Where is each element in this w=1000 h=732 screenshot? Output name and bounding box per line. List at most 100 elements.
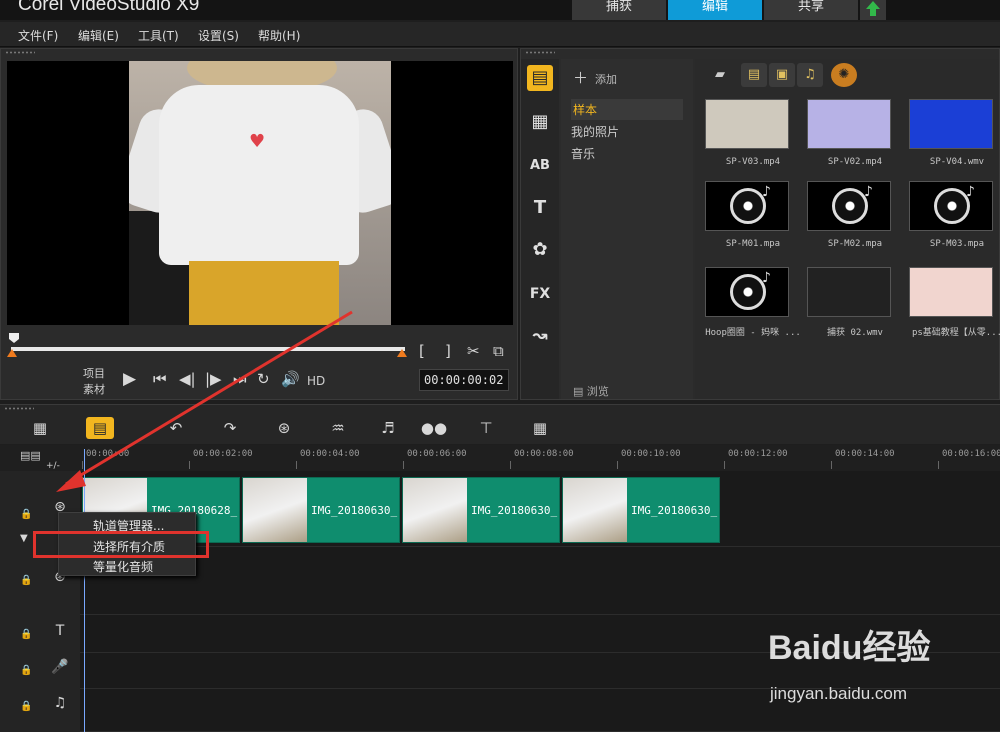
library-thumbnails: ▰ ▤ ▣ ♫ ✺ SP-V03.mp4 SP-V02.mp4 SP-V04.wmv… xyxy=(695,59,1000,399)
folder-icon[interactable]: ▰ xyxy=(707,63,733,87)
panel-grip[interactable] xyxy=(525,51,555,54)
menu-edit[interactable]: 编辑(E) xyxy=(78,27,119,44)
library-thumbnail[interactable]: SP-V02.mp4 xyxy=(807,99,897,181)
timeline-clip[interactable]: IMG_20180630_ xyxy=(562,477,720,543)
thumbnail-image xyxy=(807,99,891,149)
instant-project-icon[interactable]: ▦ xyxy=(527,109,553,135)
timeline-clip[interactable]: IMG_20180630_ xyxy=(402,477,560,543)
add-folder-button[interactable]: ＋ 添加 xyxy=(573,67,617,88)
storyboard-view-icon[interactable]: ▦ xyxy=(26,417,54,439)
library-thumbnail[interactable]: ps基础教程【从零... xyxy=(909,267,1000,349)
expand-chevron-icon[interactable]: ▼ xyxy=(20,531,28,547)
title-ab-icon[interactable]: AB xyxy=(527,153,553,179)
volume-icon[interactable]: 🔊 xyxy=(281,371,300,387)
menu-file[interactable]: 文件(F) xyxy=(18,27,58,44)
folder-samples[interactable]: 样本 xyxy=(571,99,683,120)
tab-edit[interactable]: 编辑 xyxy=(668,0,762,20)
timeline-ruler[interactable]: ▤▤ +/- 00:00:00 00:00:02:00 00:00:04:00 00:… xyxy=(0,445,1000,471)
library-thumbnail[interactable]: ♪ Hoop圈圈 - 妈咪 ... xyxy=(705,267,801,349)
trim-bar[interactable] xyxy=(11,347,405,351)
preview-window[interactable]: ♥ xyxy=(7,61,513,325)
text-icon[interactable]: T xyxy=(527,195,553,221)
menu-tools[interactable]: 工具(T) xyxy=(138,27,179,44)
hd-button[interactable]: HD xyxy=(307,374,325,388)
heart-icon: ♥ xyxy=(249,131,266,152)
scrubber-handle[interactable] xyxy=(9,333,19,343)
lock-icon[interactable]: 🔒 xyxy=(20,701,32,712)
music-track-icon[interactable]: ♫ xyxy=(50,695,70,715)
library-thumbnail[interactable]: ♪ SP-M02.mpa xyxy=(807,181,897,263)
subtitle-editor-icon[interactable]: ⊤ xyxy=(472,417,500,439)
trim-out-marker[interactable] xyxy=(397,349,407,357)
ruler-label: 00:00:02:00 xyxy=(193,449,253,459)
timeline-clip[interactable]: IMG_20180630_ xyxy=(242,477,400,543)
mark-out-button[interactable]: ] xyxy=(445,343,451,359)
voice-track-icon[interactable]: 🎤 xyxy=(50,659,70,679)
menu-settings[interactable]: 设置(S) xyxy=(198,27,239,44)
lock-icon[interactable]: 🔒 xyxy=(20,665,32,676)
folder-my-photos[interactable]: 我的照片 xyxy=(571,123,619,140)
ruler-label: 00:00:14:00 xyxy=(835,449,895,459)
trim-in-marker[interactable] xyxy=(7,349,17,357)
thumbnail-image xyxy=(909,267,993,317)
lock-icon[interactable]: 🔒 xyxy=(20,629,32,640)
undo-icon[interactable]: ↶ xyxy=(162,417,190,439)
menu-item-normalize-audio[interactable]: 等量化音频 xyxy=(93,558,153,575)
folder-music[interactable]: 音乐 xyxy=(571,145,595,162)
repeat-icon[interactable]: ↻ xyxy=(257,371,270,387)
graphic-icon[interactable]: ✿ xyxy=(527,237,553,263)
title-track-icon[interactable]: T xyxy=(50,623,70,643)
watermark-url: jingyan.baidu.com xyxy=(770,684,908,703)
track-manager-icon[interactable]: ▤▤ xyxy=(20,449,41,462)
show-photo-icon[interactable]: ▣ xyxy=(769,63,795,87)
panel-grip[interactable] xyxy=(4,407,34,410)
prev-frame-icon[interactable]: ◀| xyxy=(179,371,196,387)
video-track[interactable]: IMG_20180628_ IMG_20180630_ IMG_20180630_ I… xyxy=(80,471,1000,547)
timecode-field[interactable]: 00:00:00:02 xyxy=(419,369,509,391)
baidu-logo: Baidu经验 xyxy=(768,629,931,667)
timeline-view-icon[interactable]: ▤ xyxy=(86,417,114,439)
upload-button[interactable] xyxy=(860,0,886,20)
browse-button[interactable]: ▤ 浏览 xyxy=(573,383,609,399)
play-icon[interactable]: ▶ xyxy=(123,371,136,388)
lock-icon[interactable]: 🔒 xyxy=(20,575,32,586)
overlay-track[interactable] xyxy=(80,547,1000,615)
auto-music-icon[interactable]: ♬ xyxy=(374,417,402,439)
clip-label: IMG_20180630_ xyxy=(471,504,558,517)
scissors-icon[interactable]: ✂ xyxy=(467,343,480,359)
panel-grip[interactable] xyxy=(5,51,35,54)
library-thumbnail[interactable]: ♪ SP-M01.mpa xyxy=(705,181,795,263)
redo-icon[interactable]: ↷ xyxy=(216,417,244,439)
media-icon[interactable]: ▤ xyxy=(527,65,553,91)
ruler-tick xyxy=(724,461,725,469)
record-capture-icon[interactable]: ⊛ xyxy=(270,417,298,439)
sort-icon[interactable]: ✺ xyxy=(831,63,857,87)
home-icon[interactable]: ⏮ xyxy=(153,371,167,387)
show-audio-icon[interactable]: ♫ xyxy=(797,63,823,87)
tab-share[interactable]: 共享 xyxy=(764,0,858,20)
library-thumbnail[interactable]: ♪ SP-M03.mpa xyxy=(909,181,999,263)
show-video-icon[interactable]: ▤ xyxy=(741,63,767,87)
fx-icon[interactable]: FX xyxy=(527,281,553,307)
sound-mixer-icon[interactable]: ♒ xyxy=(324,417,352,439)
mode-clip[interactable]: 素材 xyxy=(83,381,105,397)
enlarge-icon[interactable]: ⧉ xyxy=(493,343,504,359)
library-thumbnail[interactable]: SP-V04.wmv xyxy=(909,99,999,181)
path-icon[interactable]: ↝ xyxy=(527,323,553,349)
thumbnail-image xyxy=(705,99,789,149)
next-frame-icon[interactable]: |▶ xyxy=(205,371,222,387)
upload-arrow-icon xyxy=(866,1,880,9)
end-icon[interactable]: ⏭ xyxy=(233,371,247,387)
mark-in-button[interactable]: [ xyxy=(419,343,425,359)
playhead[interactable] xyxy=(84,449,85,732)
library-thumbnail[interactable]: SP-V03.mp4 xyxy=(705,99,795,181)
thumbnail-caption: SP-V04.wmv xyxy=(929,157,985,167)
library-thumbnail[interactable]: 捕获 02.wmv xyxy=(807,267,897,349)
multi-camera-icon[interactable]: ▦ xyxy=(526,417,554,439)
zoom-control[interactable]: +/- xyxy=(46,461,60,471)
menu-help[interactable]: 帮助(H) xyxy=(258,27,300,44)
mode-project[interactable]: 项目 xyxy=(83,365,105,381)
tab-capture[interactable]: 捕获 xyxy=(572,0,666,20)
lock-icon[interactable]: 🔒 xyxy=(20,509,32,520)
motion-tracking-icon[interactable]: ●● xyxy=(420,417,448,439)
